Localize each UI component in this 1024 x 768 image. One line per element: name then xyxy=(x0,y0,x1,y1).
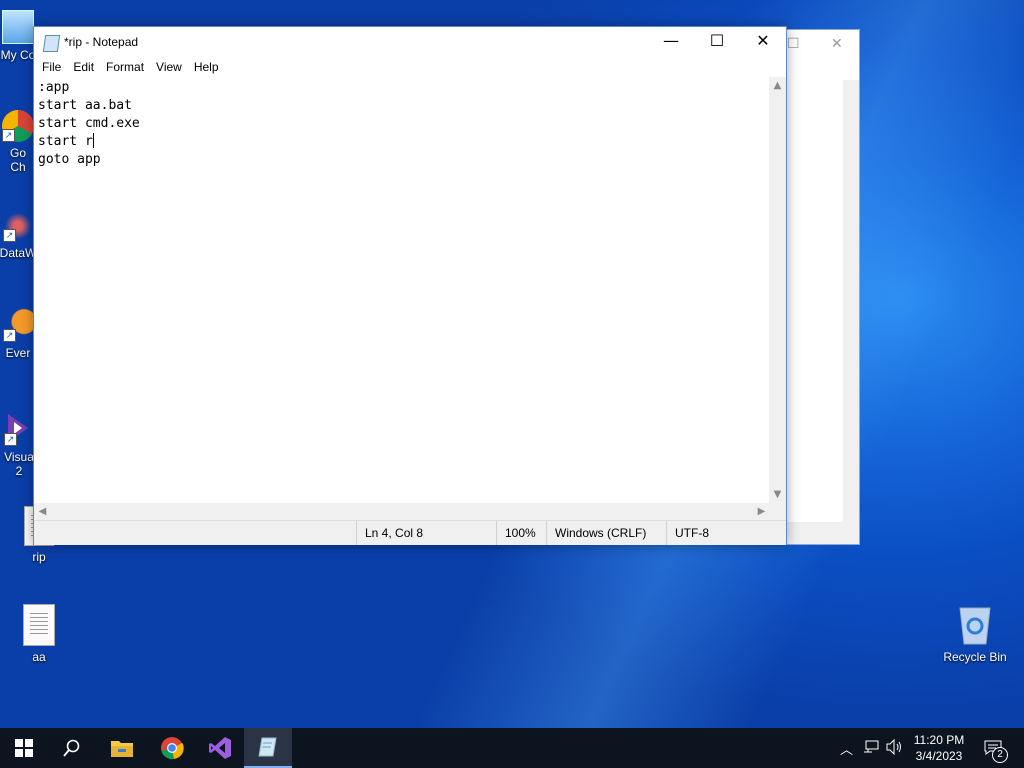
desktop-icon-label: My Co xyxy=(0,48,36,62)
title-bar[interactable]: *rip - Notepad — ☐ ✕ xyxy=(34,27,786,57)
datawarrior-icon: ↗ xyxy=(3,210,33,242)
status-encoding: UTF-8 xyxy=(666,521,786,545)
scroll-left-icon[interactable]: ◀ xyxy=(34,503,51,520)
volume-icon[interactable] xyxy=(886,739,904,755)
clock[interactable]: 11:20 PM 3/4/2023 xyxy=(908,728,970,768)
desktop-icon-label: Recycle Bin xyxy=(943,650,1007,664)
search-icon xyxy=(63,739,80,757)
menu-bar: File Edit Format View Help xyxy=(34,57,786,77)
desktop-icon-label: Visua 2 xyxy=(4,450,34,478)
taskbar-chrome[interactable] xyxy=(148,728,196,768)
shortcut-arrow-icon: ↗ xyxy=(4,433,17,446)
text-line: start r xyxy=(38,134,93,149)
clock-time: 11:20 PM xyxy=(913,733,965,747)
notepad-icon xyxy=(42,35,61,52)
chrome-icon xyxy=(161,737,184,760)
vertical-scrollbar[interactable] xyxy=(843,80,859,540)
status-zoom: 100% xyxy=(496,521,546,545)
scroll-right-icon[interactable]: ▶ xyxy=(753,503,770,520)
everything-icon: ↗ xyxy=(3,308,33,342)
close-button[interactable]: ✕ xyxy=(740,27,786,57)
network-icon[interactable] xyxy=(863,740,879,754)
scroll-up-icon[interactable]: ▲ xyxy=(769,77,786,94)
taskbar-notepad[interactable] xyxy=(244,728,292,768)
taskbar-file-explorer[interactable] xyxy=(98,728,146,768)
window-title: *rip - Notepad xyxy=(64,35,139,49)
text-caret xyxy=(92,133,94,148)
scrollbar-corner xyxy=(769,503,786,520)
visual-studio-icon xyxy=(209,737,231,759)
desktop-icon-label: rip xyxy=(32,550,46,564)
shortcut-arrow-icon: ↗ xyxy=(3,229,16,242)
text-editor[interactable]: :app start aa.bat start cmd.exe start r … xyxy=(34,77,770,503)
notepad-icon xyxy=(258,737,277,757)
desktop-icon-recycle-bin[interactable]: Recycle Bin xyxy=(937,602,1013,664)
status-bar: Ln 4, Col 8 100% Windows (CRLF) UTF-8 xyxy=(34,520,786,545)
clock-date: 3/4/2023 xyxy=(915,749,963,763)
shortcut-arrow-icon: ↗ xyxy=(2,129,15,142)
desktop-icon-label: Go Ch xyxy=(9,146,26,174)
close-icon[interactable]: ✕ xyxy=(831,36,843,52)
taskbar: ︿ 11:20 PM 3/4/2023 2 xyxy=(0,728,1024,768)
status-line-endings: Windows (CRLF) xyxy=(546,521,666,545)
desktop-icon-label: Ever xyxy=(5,346,31,360)
taskbar-visual-studio[interactable] xyxy=(196,728,244,768)
menu-file[interactable]: File xyxy=(36,57,67,77)
windows-logo-icon xyxy=(15,739,33,757)
menu-edit[interactable]: Edit xyxy=(67,57,100,77)
menu-format[interactable]: Format xyxy=(100,57,150,77)
horizontal-scrollbar[interactable]: ◀ ▶ xyxy=(34,503,770,520)
maximize-button[interactable]: ☐ xyxy=(694,27,740,57)
shortcut-arrow-icon: ↗ xyxy=(3,329,16,342)
text-line: :app xyxy=(38,80,70,95)
chrome-icon: ↗ xyxy=(2,110,34,142)
menu-help[interactable]: Help xyxy=(188,57,225,77)
search-button[interactable] xyxy=(48,728,96,768)
start-button[interactable] xyxy=(0,728,48,768)
visual-studio-icon: ↗ xyxy=(4,410,34,446)
text-line: start cmd.exe xyxy=(38,116,140,131)
notepad-window[interactable]: *rip - Notepad — ☐ ✕ File Edit Format Vi… xyxy=(33,26,787,545)
text-line: goto app xyxy=(38,152,101,167)
computer-icon xyxy=(2,10,34,44)
menu-view[interactable]: View xyxy=(150,57,188,77)
vertical-scrollbar[interactable]: ▲ ▼ xyxy=(769,77,786,503)
folder-icon xyxy=(111,741,133,757)
desktop-icon-label: DataW xyxy=(0,246,37,260)
maximize-icon[interactable]: ☐ xyxy=(787,36,800,52)
minimize-button[interactable]: — xyxy=(648,27,694,57)
action-center-button[interactable]: 2 xyxy=(978,728,1018,768)
status-cursor-position: Ln 4, Col 8 xyxy=(356,521,496,545)
desktop-icon-aa[interactable]: aa xyxy=(1,604,77,664)
recycle-bin-icon xyxy=(957,602,993,646)
desktop-icon-label: aa xyxy=(32,650,46,664)
text-file-icon xyxy=(23,604,55,646)
notification-badge: 2 xyxy=(992,747,1008,763)
scroll-down-icon[interactable]: ▼ xyxy=(769,486,786,503)
text-line: start aa.bat xyxy=(38,98,132,113)
system-tray: ︿ xyxy=(838,728,908,768)
chevron-up-icon[interactable]: ︿ xyxy=(840,739,853,758)
